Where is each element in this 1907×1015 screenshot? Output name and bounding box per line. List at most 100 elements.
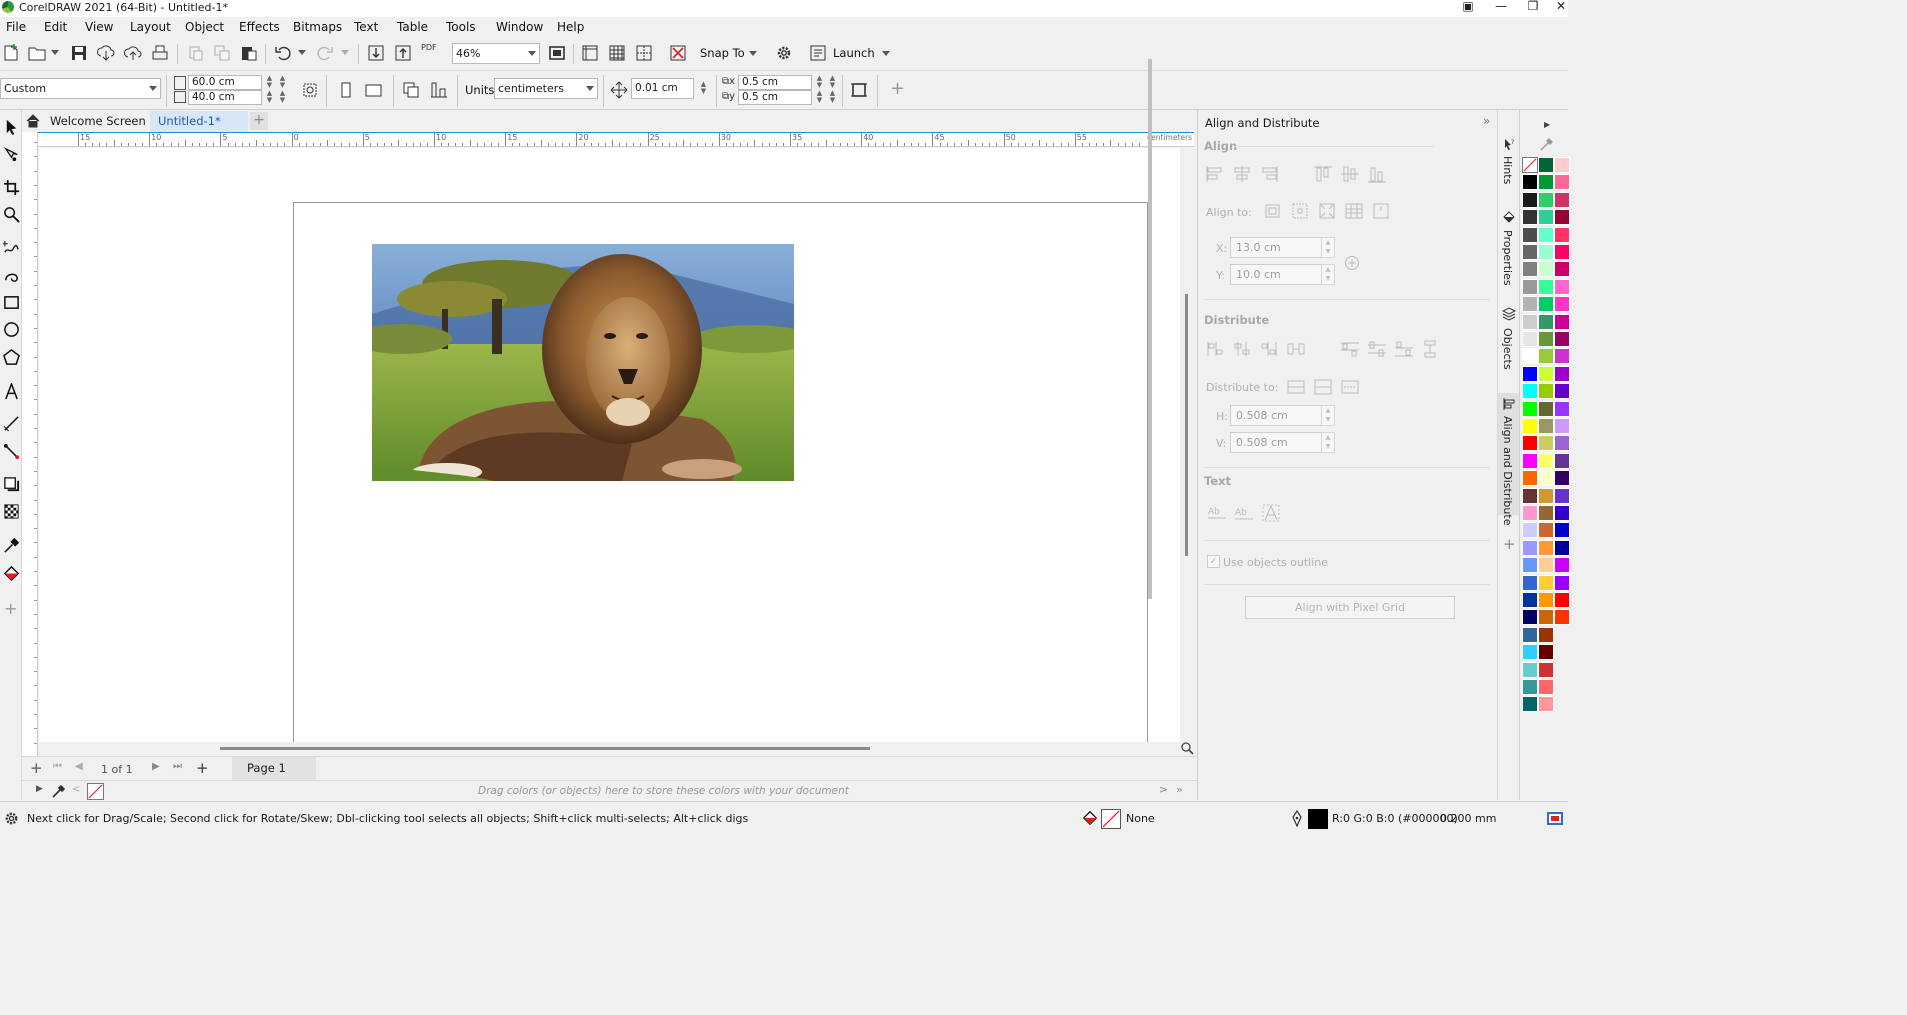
color-swatch[interactable]: [1554, 470, 1570, 487]
color-swatch[interactable]: [1554, 539, 1570, 556]
color-swatch[interactable]: [1522, 191, 1538, 208]
vertical-scrollbar[interactable]: [1180, 148, 1195, 742]
x-position-spinner[interactable]: ▲ ▼: [1321, 237, 1335, 258]
tab-align-and-distribute[interactable]: Align and Distribute: [1501, 416, 1514, 525]
copy-icon[interactable]: [211, 42, 233, 64]
color-swatch[interactable]: [1538, 383, 1554, 400]
color-swatch[interactable]: [1554, 261, 1570, 278]
duplicate-y-spinner[interactable]: ▲ ▼: [813, 90, 826, 104]
hints-icon[interactable]: ?: [1502, 138, 1516, 152]
align-right-icon[interactable]: [1259, 165, 1279, 183]
color-swatch[interactable]: [1538, 452, 1554, 469]
color-swatch[interactable]: [1554, 400, 1570, 417]
color-swatch[interactable]: [1522, 348, 1538, 365]
color-swatch[interactable]: [1522, 226, 1538, 243]
use-outline-checkbox[interactable]: ✓: [1207, 555, 1220, 568]
rectangle-tool-icon[interactable]: [1, 291, 21, 313]
duplicate-y-field[interactable]: 0.5 cm: [738, 90, 812, 105]
color-swatch[interactable]: [1522, 209, 1538, 226]
text-tool-icon[interactable]: [1, 380, 21, 402]
color-swatch[interactable]: [1538, 365, 1554, 382]
distribute-to-spacing-icon[interactable]: [1340, 378, 1360, 396]
palette-scroll-left-icon[interactable]: <: [72, 784, 80, 795]
color-swatch[interactable]: [1538, 261, 1554, 278]
color-swatch[interactable]: [1538, 174, 1554, 191]
last-page-icon[interactable]: ⏭: [173, 761, 182, 772]
next-page-icon[interactable]: ▶: [152, 761, 160, 772]
no-color-swatch[interactable]: [87, 783, 104, 800]
color-swatch[interactable]: [1522, 626, 1538, 643]
snap-off-icon[interactable]: [667, 42, 689, 64]
color-swatch[interactable]: [1538, 557, 1554, 574]
launch-icon[interactable]: [807, 42, 829, 64]
palette-eyedropper-icon[interactable]: [52, 784, 66, 798]
text-bounding-box-icon[interactable]: [1261, 504, 1281, 522]
page-width-spinner[interactable]: ▲ ▼: [263, 75, 276, 89]
text-last-baseline-icon[interactable]: Ab: [1234, 504, 1254, 522]
palette-expand-icon[interactable]: ▶: [36, 784, 43, 794]
color-swatch[interactable]: [1554, 418, 1570, 434]
page-width-field[interactable]: 60.0 cm: [188, 75, 262, 90]
align-to-selection-icon[interactable]: [1290, 202, 1310, 220]
drop-shadow-tool-icon[interactable]: [1, 473, 21, 495]
outline-pen-icon[interactable]: [1291, 809, 1303, 828]
palette-eyedropper-icon-2[interactable]: [1540, 137, 1554, 151]
color-swatch[interactable]: [1522, 505, 1538, 521]
align-top-icon[interactable]: [1313, 165, 1333, 183]
options-gear-icon[interactable]: [773, 42, 795, 64]
app-icon[interactable]: ▣: [1455, 0, 1481, 15]
show-guidelines-icon[interactable]: [633, 42, 655, 64]
outline-color-swatch[interactable]: [1308, 809, 1328, 829]
add-page-after-icon[interactable]: +: [196, 759, 209, 777]
color-swatch[interactable]: [1522, 539, 1538, 556]
undo-icon[interactable]: [272, 42, 294, 64]
redo-dropdown-icon[interactable]: [341, 50, 349, 55]
color-swatch[interactable]: [1554, 226, 1570, 243]
color-swatch[interactable]: [1522, 557, 1538, 574]
palette-options-icon[interactable]: »: [1176, 783, 1183, 796]
color-swatch[interactable]: [1538, 661, 1554, 678]
pick-tool-icon[interactable]: [1, 115, 21, 137]
align-to-active-object-icon[interactable]: [1263, 202, 1283, 220]
color-swatch[interactable]: [1538, 522, 1554, 539]
menu-window[interactable]: Window: [496, 20, 543, 34]
drawing-canvas[interactable]: [39, 148, 1180, 742]
color-swatch[interactable]: [1554, 296, 1570, 313]
open-dropdown-icon[interactable]: [51, 50, 59, 55]
snap-to-dropdown-icon[interactable]: [749, 51, 757, 56]
cloud-download-icon[interactable]: [95, 42, 117, 64]
h-spacing-spinner[interactable]: ▲ ▼: [1321, 405, 1335, 426]
color-swatch[interactable]: [1554, 348, 1570, 365]
menu-bitmaps[interactable]: Bitmaps: [293, 20, 342, 34]
add-property-icon[interactable]: +: [890, 78, 905, 99]
color-swatch[interactable]: [1522, 331, 1538, 347]
docker-expand-icon[interactable]: »: [1483, 114, 1490, 128]
units-combo[interactable]: centimeters: [494, 78, 598, 99]
minimize-button[interactable]: —: [1488, 0, 1514, 15]
align-vertical-center-icon[interactable]: [1340, 165, 1360, 183]
dimension-tool-icon[interactable]: [1, 412, 21, 434]
distribute-right-icon[interactable]: [1259, 340, 1279, 358]
menu-help[interactable]: Help: [557, 20, 584, 34]
align-bottom-icon[interactable]: [1367, 165, 1387, 183]
add-docker-icon[interactable]: +: [1503, 535, 1516, 553]
color-swatch[interactable]: [1522, 661, 1538, 678]
paste-icon[interactable]: [238, 42, 260, 64]
color-swatch[interactable]: [1554, 331, 1570, 347]
align-with-pixel-grid-button[interactable]: Align with Pixel Grid: [1245, 596, 1455, 619]
close-button[interactable]: ✕: [1548, 0, 1574, 15]
page-1-tab[interactable]: Page 1: [232, 757, 316, 780]
distribute-center-icon[interactable]: [1232, 340, 1252, 358]
distribute-left-icon[interactable]: [1205, 340, 1225, 358]
print-icon[interactable]: [149, 42, 171, 64]
color-swatch[interactable]: [1538, 400, 1554, 417]
color-swatch[interactable]: [1522, 278, 1538, 295]
palette-scroll-right-icon[interactable]: >: [1159, 783, 1168, 796]
color-swatch[interactable]: [1522, 487, 1538, 504]
landscape-icon[interactable]: [362, 79, 384, 101]
no-fill-swatch[interactable]: [1522, 157, 1538, 173]
color-swatch[interactable]: [1554, 505, 1570, 521]
align-to-specified-point-icon[interactable]: [1371, 202, 1391, 220]
polygon-tool-icon[interactable]: [1, 346, 21, 368]
all-pages-size-icon[interactable]: [299, 79, 321, 101]
